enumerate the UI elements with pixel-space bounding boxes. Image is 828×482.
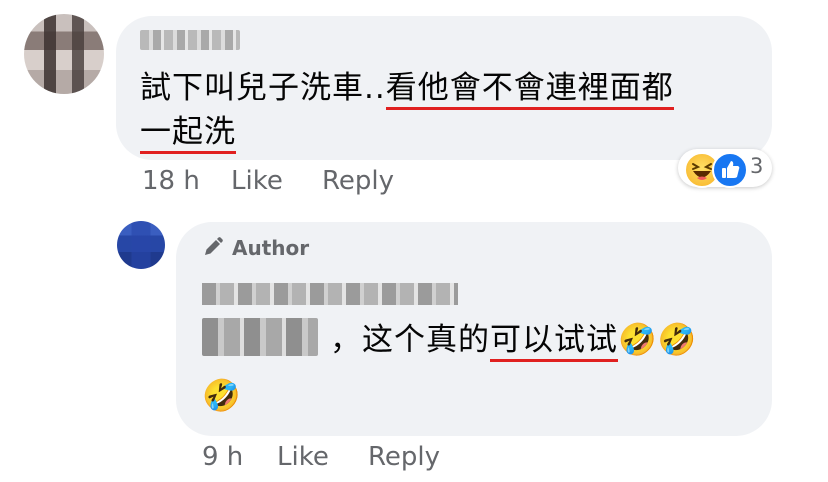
reply-emoji: 🤣🤣 (618, 322, 698, 358)
comment-text-line2: 一起洗 (140, 110, 236, 154)
reply-text-underlined: 可以试试 (490, 322, 618, 362)
comment-text-line1: 試下叫兒子洗車..看他會不會連裡面都 (140, 66, 674, 110)
author-badge-label: Author (232, 236, 310, 260)
like-icon (712, 152, 748, 188)
comment-text-underlined: 看他會不會連裡面都 (385, 70, 674, 110)
author-badge: Author (202, 236, 309, 260)
comment-timestamp[interactable]: 18 h (142, 166, 200, 196)
reaction-count: 3 (750, 154, 764, 178)
reply-text-line2: 🤣 (202, 374, 242, 418)
reactions-summary[interactable]: 3 (678, 149, 772, 188)
reply-timestamp[interactable]: 9 h (202, 442, 243, 472)
comment-text-plain: 試下叫兒子洗車.. (140, 70, 386, 106)
pencil-icon (205, 237, 223, 255)
reply-text-plain: ，这个真的 (330, 322, 490, 358)
author-avatar[interactable] (117, 221, 165, 269)
reply-like-button[interactable]: Like (277, 442, 329, 472)
reply-emoji-2: 🤣 (202, 378, 242, 414)
comment-text-underlined-2: 一起洗 (140, 114, 236, 154)
comment-like-button[interactable]: Like (231, 166, 283, 196)
commenter-name-blurred[interactable] (140, 30, 240, 50)
comment-reply-button[interactable]: Reply (322, 166, 394, 196)
reply-reply-button[interactable]: Reply (368, 442, 440, 472)
reply-text-line1: ，这个真的可以试试🤣🤣 (330, 318, 697, 362)
commenter-avatar[interactable] (24, 14, 104, 94)
author-name-blurred[interactable] (202, 283, 458, 305)
mention-blurred[interactable] (202, 318, 318, 356)
